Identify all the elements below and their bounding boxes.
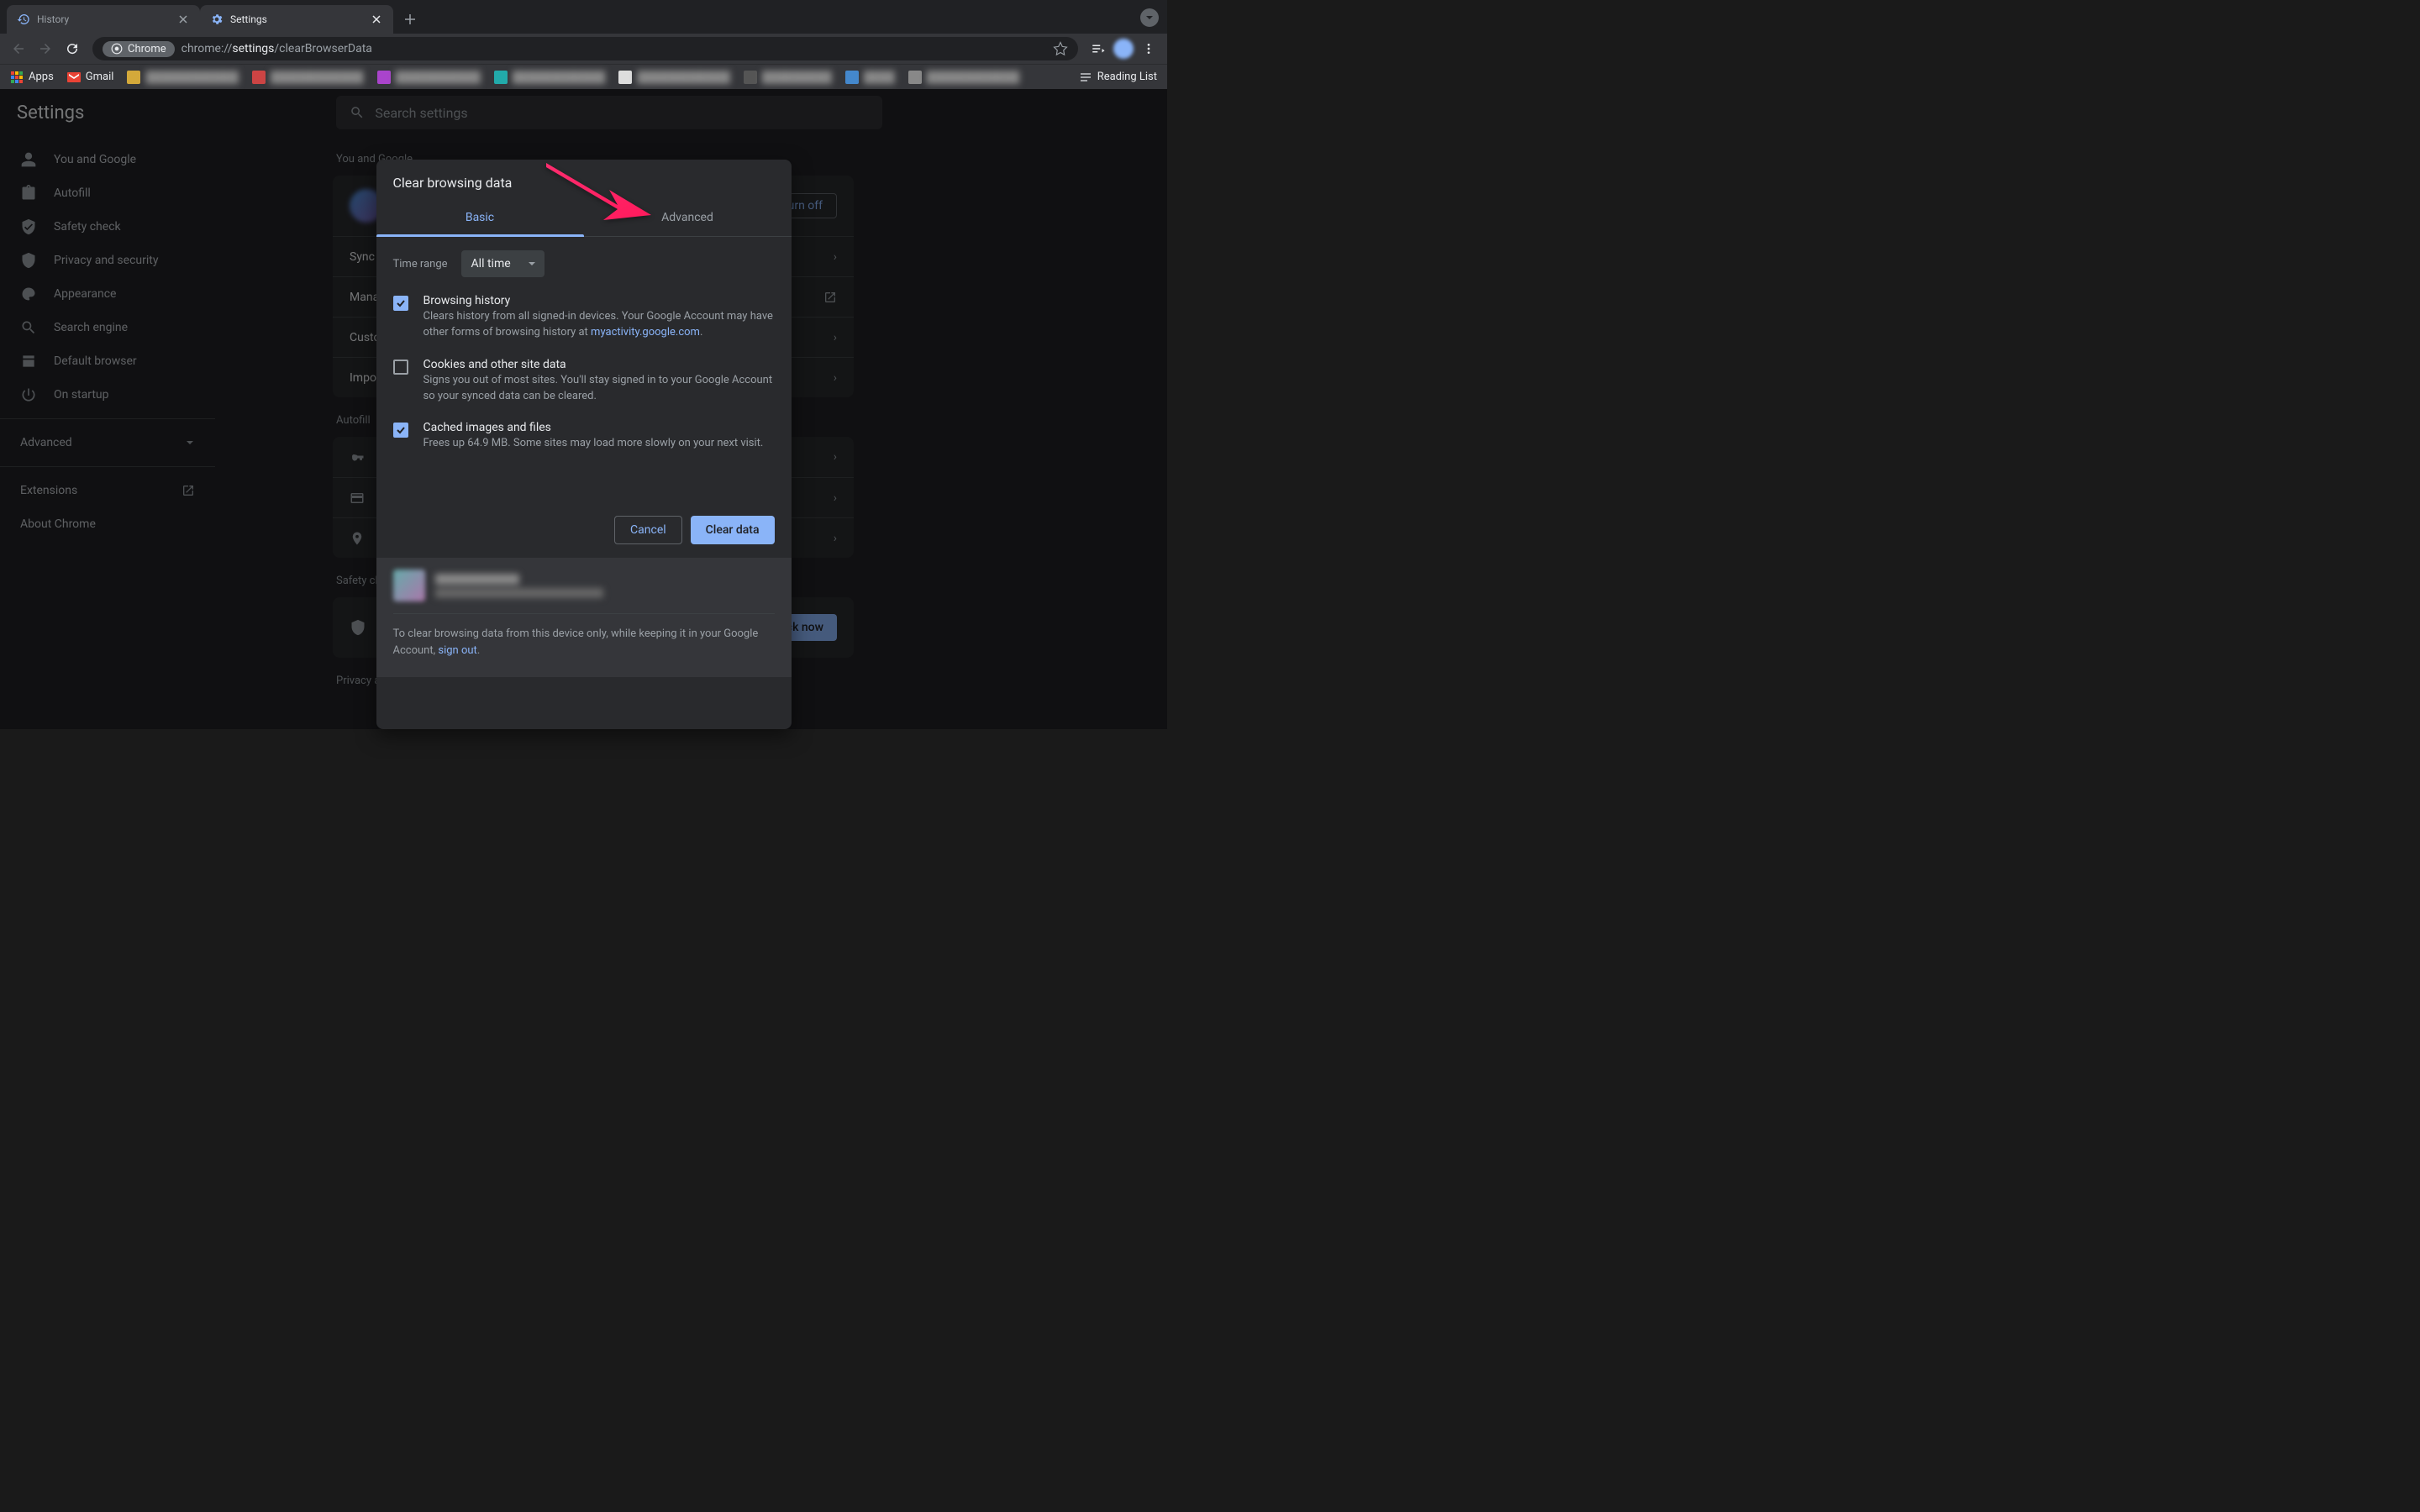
history-icon — [17, 13, 30, 26]
site-info-chip[interactable]: Chrome — [103, 41, 175, 57]
settings-page: Settings Search settings You and Google … — [0, 89, 1167, 729]
tab-title: History — [37, 13, 170, 25]
bookmark-apps[interactable]: Apps — [10, 71, 54, 84]
bookmark-item[interactable]: ████████████ — [494, 71, 606, 84]
option-title: Cached images and files — [424, 421, 764, 434]
forward-button[interactable] — [34, 37, 57, 60]
tab-settings[interactable]: Settings — [200, 5, 393, 34]
checkbox-history[interactable] — [393, 296, 408, 311]
option-cookies: Cookies and other site data Signs you ou… — [393, 358, 775, 405]
option-desc: Frees up 64.9 MB. Some sites may load mo… — [424, 436, 764, 452]
tab-title: Settings — [230, 13, 363, 25]
option-title: Browsing history — [424, 294, 775, 307]
browser-tab-strip: History Settings — [0, 0, 1167, 34]
option-browsing-history: Browsing history Clears history from all… — [393, 294, 775, 341]
dialog-footer: To clear browsing data from this device … — [376, 558, 792, 677]
bookmark-gmail[interactable]: Gmail — [67, 71, 114, 84]
bookmark-item[interactable]: ███████████ — [377, 71, 481, 84]
apps-icon — [10, 71, 24, 84]
account-info — [435, 574, 603, 598]
bookmark-item[interactable]: ████████████ — [618, 71, 730, 84]
url-text: chrome://settings/clearBrowserData — [182, 42, 372, 55]
bookmark-item[interactable]: ████████████ — [127, 71, 239, 84]
account-avatar — [393, 570, 425, 601]
profile-avatar[interactable] — [1113, 39, 1134, 59]
bookmark-item[interactable]: ████████████ — [908, 71, 1020, 84]
reload-button[interactable] — [60, 37, 84, 60]
reading-list-icon — [1079, 71, 1092, 84]
browser-toolbar: Chrome chrome://settings/clearBrowserDat… — [0, 34, 1167, 64]
caret-down-icon — [528, 260, 536, 268]
back-button[interactable] — [7, 37, 30, 60]
tab-advanced[interactable]: Advanced — [584, 199, 792, 236]
time-range-label: Time range — [393, 258, 448, 270]
dialog-backdrop: Clear browsing data Basic Advanced Time … — [0, 89, 1167, 729]
media-control-icon[interactable] — [1086, 37, 1110, 60]
time-range-select[interactable]: All time — [461, 250, 544, 277]
checkbox-cookies[interactable] — [393, 360, 408, 375]
gmail-icon — [67, 71, 81, 84]
menu-icon[interactable] — [1137, 37, 1160, 60]
option-desc: Signs you out of most sites. You'll stay… — [424, 373, 775, 405]
tab-basic[interactable]: Basic — [376, 199, 584, 236]
tab-history[interactable]: History — [7, 5, 200, 34]
dialog-tabs: Basic Advanced — [376, 199, 792, 237]
option-title: Cookies and other site data — [424, 358, 775, 371]
clear-data-button[interactable]: Clear data — [691, 516, 775, 544]
clear-browsing-data-dialog: Clear browsing data Basic Advanced Time … — [376, 160, 792, 729]
address-bar[interactable]: Chrome chrome://settings/clearBrowserDat… — [92, 37, 1078, 60]
close-icon[interactable] — [370, 13, 383, 26]
dialog-title: Clear browsing data — [376, 160, 792, 199]
bookmark-item[interactable]: ████████████ — [252, 71, 364, 84]
bookmark-item[interactable]: █████████ — [744, 71, 832, 84]
new-tab-button[interactable] — [398, 8, 422, 31]
cancel-button[interactable]: Cancel — [614, 516, 682, 544]
bookmarks-bar: Apps Gmail ████████████ ████████████ ███… — [0, 64, 1167, 89]
option-desc: Clears history from all signed-in device… — [424, 309, 775, 341]
option-cache: Cached images and files Frees up 64.9 MB… — [393, 421, 775, 452]
myactivity-link[interactable]: myactivity.google.com — [591, 326, 700, 339]
chevron-down-icon[interactable] — [1140, 8, 1159, 27]
close-icon[interactable] — [176, 13, 190, 26]
reading-list-button[interactable]: Reading List — [1079, 71, 1157, 84]
bookmark-star-icon[interactable] — [1053, 41, 1068, 56]
footer-text: To clear browsing data from this device … — [393, 626, 775, 659]
bookmark-item[interactable]: ████ — [845, 71, 895, 84]
sign-out-link[interactable]: sign out — [438, 644, 476, 657]
checkbox-cache[interactable] — [393, 423, 408, 438]
gear-icon — [210, 13, 224, 26]
